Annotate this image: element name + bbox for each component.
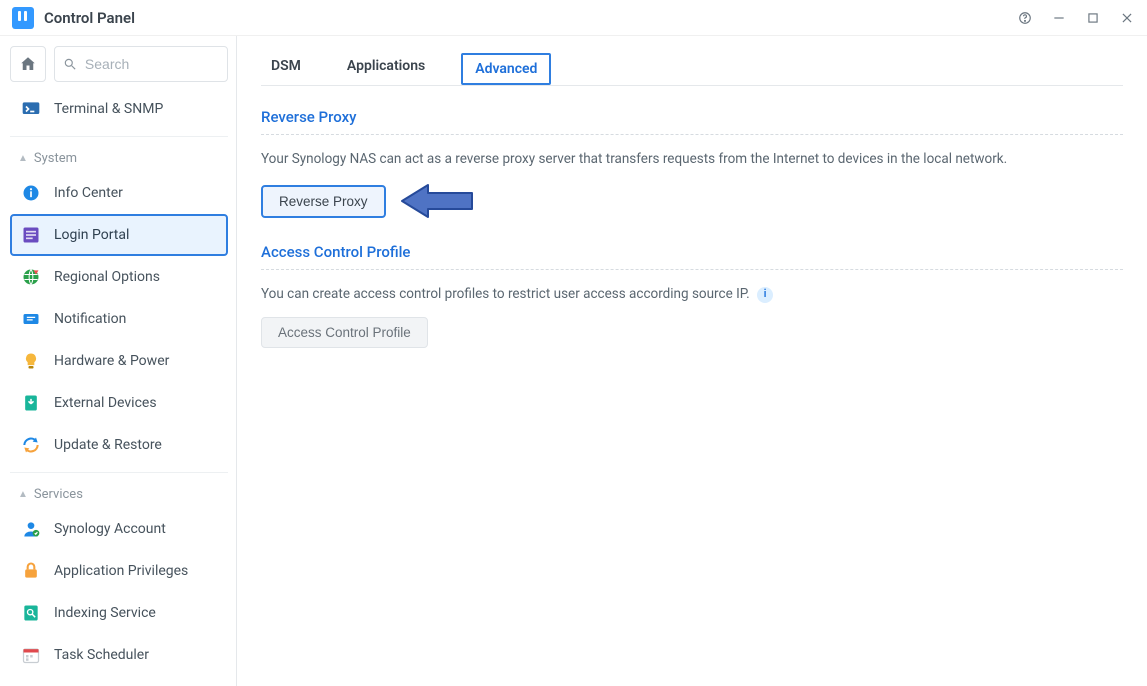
indexing-icon: [20, 602, 42, 624]
sidebar-item-login-portal[interactable]: Login Portal: [10, 214, 228, 256]
account-icon: [20, 518, 42, 540]
control-panel-window: Control Panel: [0, 0, 1147, 686]
terminal-icon: [20, 98, 42, 120]
window-title: Control Panel: [44, 9, 135, 27]
sidebar-item-external-devices[interactable]: External Devices: [10, 382, 228, 424]
update-restore-icon: [20, 434, 42, 456]
sidebar-item-regional-options[interactable]: Regional Options: [10, 256, 228, 298]
chevron-up-icon: ▲: [18, 153, 28, 164]
search-box[interactable]: [54, 46, 228, 82]
search-input[interactable]: [83, 55, 219, 73]
info-icon: [20, 182, 42, 204]
sidebar-item-label: Info Center: [54, 185, 123, 201]
access-control-profile-button[interactable]: Access Control Profile: [261, 317, 428, 348]
chevron-up-icon: ▲: [18, 489, 28, 500]
login-portal-icon: [20, 224, 42, 246]
maximize-button[interactable]: [1085, 10, 1101, 26]
section-reverse-proxy: Reverse Proxy Your Synology NAS can act …: [261, 108, 1123, 221]
calendar-icon: [20, 644, 42, 666]
sidebar-item-info-center[interactable]: Info Center: [10, 172, 228, 214]
window-controls: [1017, 10, 1135, 26]
titlebar: Control Panel: [0, 0, 1147, 36]
app-icon: [12, 7, 34, 29]
reverse-proxy-description: Your Synology NAS can act as a reverse p…: [261, 149, 1123, 169]
sidebar-item-notification[interactable]: Notification: [10, 298, 228, 340]
sidebar-item-label: Update & Restore: [54, 437, 162, 453]
sidebar-item-label: Notification: [54, 311, 126, 327]
reverse-proxy-button[interactable]: Reverse Proxy: [261, 185, 386, 218]
lock-icon: [20, 560, 42, 582]
search-icon: [63, 56, 77, 72]
home-button[interactable]: [10, 46, 46, 82]
section-title-access-control: Access Control Profile: [261, 243, 1123, 261]
section-title-reverse-proxy: Reverse Proxy: [261, 108, 1123, 126]
sidebar-item-hardware-power[interactable]: Hardware & Power: [10, 340, 228, 382]
sidebar-group-system[interactable]: ▲ System: [10, 136, 228, 172]
home-icon: [19, 55, 37, 73]
main-panel: DSM Applications Advanced Reverse Proxy …: [237, 36, 1147, 686]
sidebar-item-indexing-service[interactable]: Indexing Service: [10, 592, 228, 634]
tab-advanced[interactable]: Advanced: [461, 53, 551, 85]
globe-icon: [20, 266, 42, 288]
annotation-arrow-left-icon: [400, 181, 478, 221]
help-button[interactable]: [1017, 10, 1033, 26]
sidebar-item-task-scheduler[interactable]: Task Scheduler: [10, 634, 228, 676]
info-icon[interactable]: i: [757, 287, 773, 303]
bulb-icon: [20, 350, 42, 372]
sidebar-item-label: Hardware & Power: [54, 353, 169, 369]
sidebar-item-label: Task Scheduler: [54, 647, 149, 663]
sidebar-item-label: Synology Account: [54, 521, 166, 537]
close-button[interactable]: [1119, 10, 1135, 26]
sidebar-item-label: External Devices: [54, 395, 157, 411]
notification-icon: [20, 308, 42, 330]
sidebar[interactable]: Terminal & SNMP ▲ System Info Center: [0, 36, 237, 686]
section-access-control: Access Control Profile You can create ac…: [261, 243, 1123, 347]
sidebar-group-services[interactable]: ▲ Services: [10, 472, 228, 508]
sidebar-item-label: Application Privileges: [54, 563, 188, 579]
access-control-description: You can create access control profiles t…: [261, 284, 1123, 304]
sidebar-item-synology-account[interactable]: Synology Account: [10, 508, 228, 550]
sidebar-item-label: Regional Options: [54, 269, 160, 285]
sidebar-item-label: Login Portal: [54, 227, 129, 243]
sidebar-item-label: Indexing Service: [54, 605, 156, 621]
sidebar-item-update-restore[interactable]: Update & Restore: [10, 424, 228, 466]
sidebar-item-label: Terminal & SNMP: [54, 101, 163, 117]
tab-applications[interactable]: Applications: [337, 50, 435, 85]
sidebar-item-terminal-snmp[interactable]: Terminal & SNMP: [10, 88, 228, 130]
external-devices-icon: [20, 392, 42, 414]
minimize-button[interactable]: [1051, 10, 1067, 26]
tabs: DSM Applications Advanced: [261, 50, 1123, 86]
sidebar-item-application-privileges[interactable]: Application Privileges: [10, 550, 228, 592]
tab-dsm[interactable]: DSM: [261, 50, 311, 85]
